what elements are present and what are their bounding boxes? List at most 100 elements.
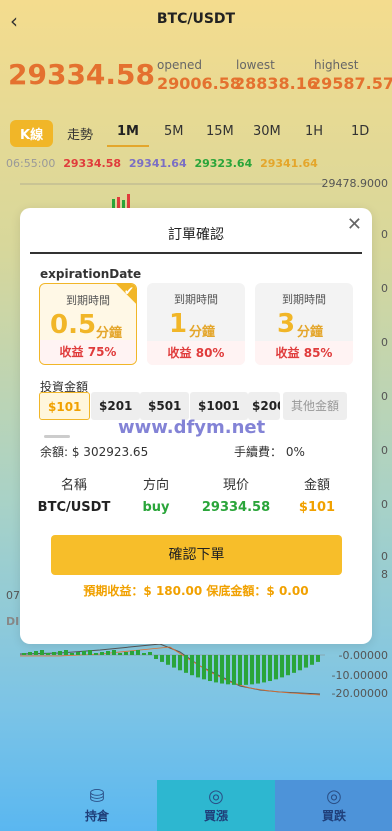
macd-bar	[214, 655, 218, 683]
buy-down-label: 買跌	[321, 809, 346, 823]
header-name: 名稱	[60, 478, 87, 493]
macd-bar	[88, 650, 92, 655]
expiry-unit: 分鐘	[189, 325, 216, 340]
expiry-head: 到期時間	[66, 294, 110, 307]
expiry-option-1[interactable]: 到期時間 1 分鐘 收益 80%	[147, 283, 245, 365]
expiry-option-0[interactable]: ✔ 到期時間 0.5 分鐘 收益 75%	[39, 283, 137, 365]
macd-bar	[298, 655, 302, 671]
expiry-profit: 收益 80%	[147, 341, 245, 365]
expiry-unit: 分鐘	[297, 325, 324, 340]
order-symbol: BTC/USDT	[37, 500, 111, 515]
nav-bar: ‹ BTC/USDT	[0, 0, 392, 40]
expiry-value: 0.5	[50, 310, 97, 340]
macd-bar	[136, 650, 140, 655]
macd-bar	[82, 651, 86, 655]
lowest-stat: lowest 28838.16	[234, 58, 318, 93]
candle	[122, 200, 125, 208]
macd-bar	[292, 655, 296, 673]
macd-bar	[280, 655, 284, 678]
macd-label: -0.00000	[338, 649, 388, 662]
macd-bar	[226, 655, 230, 685]
tab-kline[interactable]: K線	[10, 120, 54, 147]
header-amount: 金額	[303, 478, 330, 493]
macd-bar	[208, 655, 212, 682]
amount-chip-501[interactable]: $501	[140, 392, 190, 420]
amount-chip-101[interactable]: $101	[39, 392, 91, 420]
scrollbar[interactable]	[44, 435, 70, 438]
macd-bar	[154, 655, 158, 659]
macd-bar	[160, 655, 164, 662]
tab-positions-label: 持倉	[84, 809, 109, 823]
tab-1h[interactable]: 1H	[305, 124, 323, 139]
macd-bar	[52, 652, 56, 655]
y-label: 0	[381, 498, 388, 511]
macd-bar	[238, 655, 242, 685]
macd-bar	[190, 655, 194, 676]
ma-value-3: 29323.64	[194, 157, 253, 170]
tab-trend[interactable]: 走勢	[67, 124, 93, 143]
buy-up-button[interactable]: ◎ 買漲	[157, 780, 275, 831]
macd-bar	[22, 653, 26, 655]
highest-stat: highest 29587.57	[310, 58, 392, 93]
macd-bar	[316, 655, 320, 662]
tab-positions[interactable]: ⛁ 持倉	[38, 780, 156, 831]
left-label: DI	[6, 615, 20, 628]
opened-label: opened	[157, 58, 202, 72]
amount-chip-1001[interactable]: $1001	[190, 392, 248, 420]
confirm-order-button[interactable]: 確認下單	[51, 535, 342, 575]
macd-bar	[310, 655, 314, 665]
order-amount: $101	[298, 500, 336, 515]
macd-bar	[178, 655, 182, 671]
macd-bar	[40, 650, 44, 655]
tab-30m[interactable]: 30M	[253, 124, 281, 139]
order-direction: buy	[142, 500, 170, 515]
y-label: 0	[381, 228, 388, 241]
divider	[30, 252, 362, 254]
ma-value-1: 29334.58	[63, 157, 122, 170]
macd-bar	[106, 651, 110, 655]
macd-bar	[148, 652, 152, 655]
macd-bar	[28, 652, 32, 655]
tab-15m[interactable]: 15M	[206, 124, 234, 139]
macd-bar	[274, 655, 278, 680]
fee-text: 手續費： 0%	[234, 445, 305, 459]
macd-bar	[244, 655, 248, 685]
tab-5m[interactable]: 5M	[164, 124, 184, 139]
expiration-label: expirationDate	[40, 267, 142, 281]
bottom-bar: ⛁ 持倉 ◎ 買漲 ◎ 買跌	[0, 780, 392, 831]
macd-bar	[184, 655, 188, 673]
macd-bar	[118, 653, 122, 655]
expiry-head: 到期時間	[174, 293, 218, 306]
macd-bar	[166, 655, 170, 665]
macd-bar	[196, 655, 200, 678]
modal-title: 訂單確認	[168, 227, 224, 243]
macd-label: -10.00000	[331, 669, 388, 682]
other-amount-button[interactable]: 其他金額	[283, 392, 348, 420]
y-label: 0	[381, 444, 388, 457]
expiry-option-2[interactable]: 到期時間 3 分鐘 收益 85%	[255, 283, 353, 365]
amount-chip-201[interactable]: $201	[91, 392, 141, 420]
header-price: 現价	[222, 478, 249, 493]
amount-chip-2001[interactable]: $200	[248, 392, 280, 420]
opened-value: 29006.58	[157, 74, 242, 93]
macd-bar	[250, 655, 254, 685]
tab-1d[interactable]: 1D	[351, 124, 369, 139]
macd-bar	[70, 653, 74, 655]
highest-label: highest	[314, 58, 359, 72]
macd-bar	[112, 650, 116, 655]
tab-1m[interactable]: 1M	[107, 124, 149, 147]
ticker-row: 29334.58 opened 29006.58 lowest 28838.16…	[8, 58, 392, 98]
buy-down-button[interactable]: ◎ 買跌	[275, 780, 392, 831]
y-label: 0	[381, 390, 388, 403]
ma-time: 06:55:00	[6, 157, 56, 170]
watermark: www.dfym.net	[118, 417, 266, 438]
y-label: 0	[381, 282, 388, 295]
macd-bar	[286, 655, 290, 676]
macd-bar	[64, 650, 68, 655]
ma-value-2: 29341.64	[128, 157, 187, 170]
expiry-profit: 收益 85%	[255, 341, 353, 365]
macd-bar	[220, 655, 224, 684]
macd-bar	[142, 653, 146, 655]
macd-bar	[46, 653, 50, 655]
close-icon[interactable]: ✕	[347, 214, 362, 235]
